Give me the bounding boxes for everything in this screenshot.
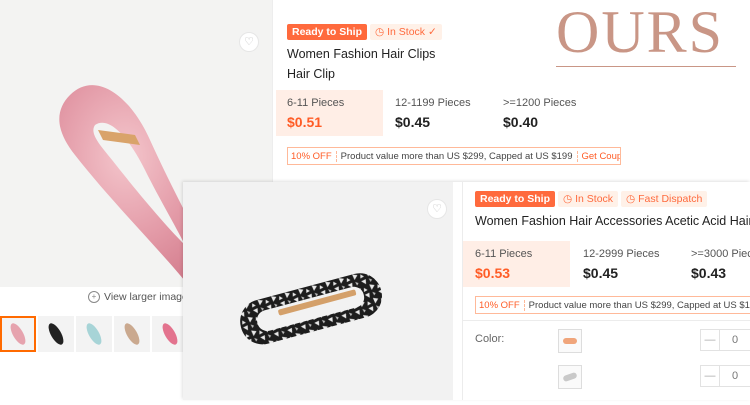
front-tier-2: 12-2999 Pieces $0.45 [583, 241, 683, 287]
back-favorite-heart-icon[interactable]: ♡ [239, 32, 259, 52]
back-coupon-bar[interactable]: 10% OFF Product value more than US $299,… [287, 147, 621, 165]
watermark-logo: OURS [556, 0, 725, 65]
in-stock-badge: ◷ In Stock ✓ [370, 24, 442, 40]
tier-price: $0.43 [691, 265, 727, 281]
front-product-image[interactable] [183, 182, 453, 400]
tier-label: 6-11 Pieces [287, 97, 345, 109]
in-stock-badge: ◷ In Stock [558, 191, 619, 207]
thumbnail-light-blue[interactable] [76, 316, 112, 352]
thumbnail-beige[interactable] [114, 316, 150, 352]
color-label: Color: [475, 333, 505, 345]
color-swatch-silver[interactable] [558, 365, 582, 389]
front-divider [462, 182, 463, 400]
quantity-value[interactable]: 0 [720, 334, 750, 346]
tier-price: $0.40 [503, 114, 539, 130]
front-listing-card: ♡ Ready to Ship ◷ In Stock ◷ Fast Dispat… [183, 182, 750, 400]
view-larger-label: View larger image [104, 291, 188, 303]
back-badges: Ready to Ship ◷ In Stock ✓ [287, 24, 442, 40]
tier-label: 6-11 Pieces [475, 248, 533, 260]
tier-label: >=1200 Pieces [503, 97, 577, 109]
back-title-line-2: Hair Clip [287, 67, 335, 81]
front-badges: Ready to Ship ◷ In Stock ◷ Fast Dispatch [475, 191, 708, 207]
quantity-stepper-1[interactable]: — 0 [700, 329, 750, 351]
tier-price: $0.45 [395, 114, 431, 130]
color-swatch-orange[interactable] [558, 329, 582, 353]
thumbnail-strip [0, 316, 188, 352]
ready-to-ship-badge: Ready to Ship [475, 191, 556, 207]
front-tier-1: 6-11 Pieces $0.53 [463, 241, 570, 287]
front-coupon-bar[interactable]: 10% OFF Product value more than US $299,… [475, 296, 750, 314]
fast-dispatch-badge: ◷ Fast Dispatch [621, 191, 708, 207]
watermark-underline [556, 66, 736, 67]
front-favorite-heart-icon[interactable]: ♡ [427, 199, 447, 219]
decrement-button[interactable]: — [701, 366, 720, 386]
back-tier-1: 6-11 Pieces $0.51 [276, 90, 383, 136]
back-product-title[interactable]: Women Fashion Hair Clips Hair Clip [287, 44, 437, 84]
ready-to-ship-badge: Ready to Ship [287, 24, 368, 40]
back-title-line-1: Women Fashion Hair Clips [287, 47, 436, 61]
tier-price: $0.45 [583, 265, 619, 281]
back-tier-3: >=1200 Pieces $0.40 [503, 90, 603, 136]
tier-price: $0.51 [287, 114, 323, 130]
front-tier-3: >=3000 Pieces $0.43 [691, 241, 750, 287]
tier-label: 12-1199 Pieces [395, 97, 471, 109]
coupon-text: Product value more than US $299, Capped … [528, 299, 750, 311]
get-coupon-button[interactable]: Get Coupon ∨ [576, 150, 620, 162]
quantity-stepper-2[interactable]: — 0 [700, 365, 750, 387]
quantity-value[interactable]: 0 [720, 370, 750, 382]
front-section-divider [463, 320, 750, 321]
back-tier-2: 12-1199 Pieces $0.45 [395, 90, 495, 136]
tier-label: >=3000 Pieces [691, 248, 750, 260]
thumbnail-black[interactable] [38, 316, 74, 352]
front-product-title[interactable]: Women Fashion Hair Accessories Acetic Ac… [475, 211, 750, 231]
zoom-plus-icon: + [88, 291, 100, 303]
thumbnail-pink[interactable] [0, 316, 36, 352]
tier-price: $0.53 [475, 265, 511, 281]
decrement-button[interactable]: — [701, 330, 720, 350]
coupon-off: 10% OFF [476, 299, 525, 311]
coupon-off: 10% OFF [288, 150, 337, 162]
view-larger-image-link[interactable]: + View larger image [88, 291, 188, 303]
coupon-text: Product value more than US $299, Capped … [340, 150, 573, 162]
tier-label: 12-2999 Pieces [583, 248, 660, 260]
